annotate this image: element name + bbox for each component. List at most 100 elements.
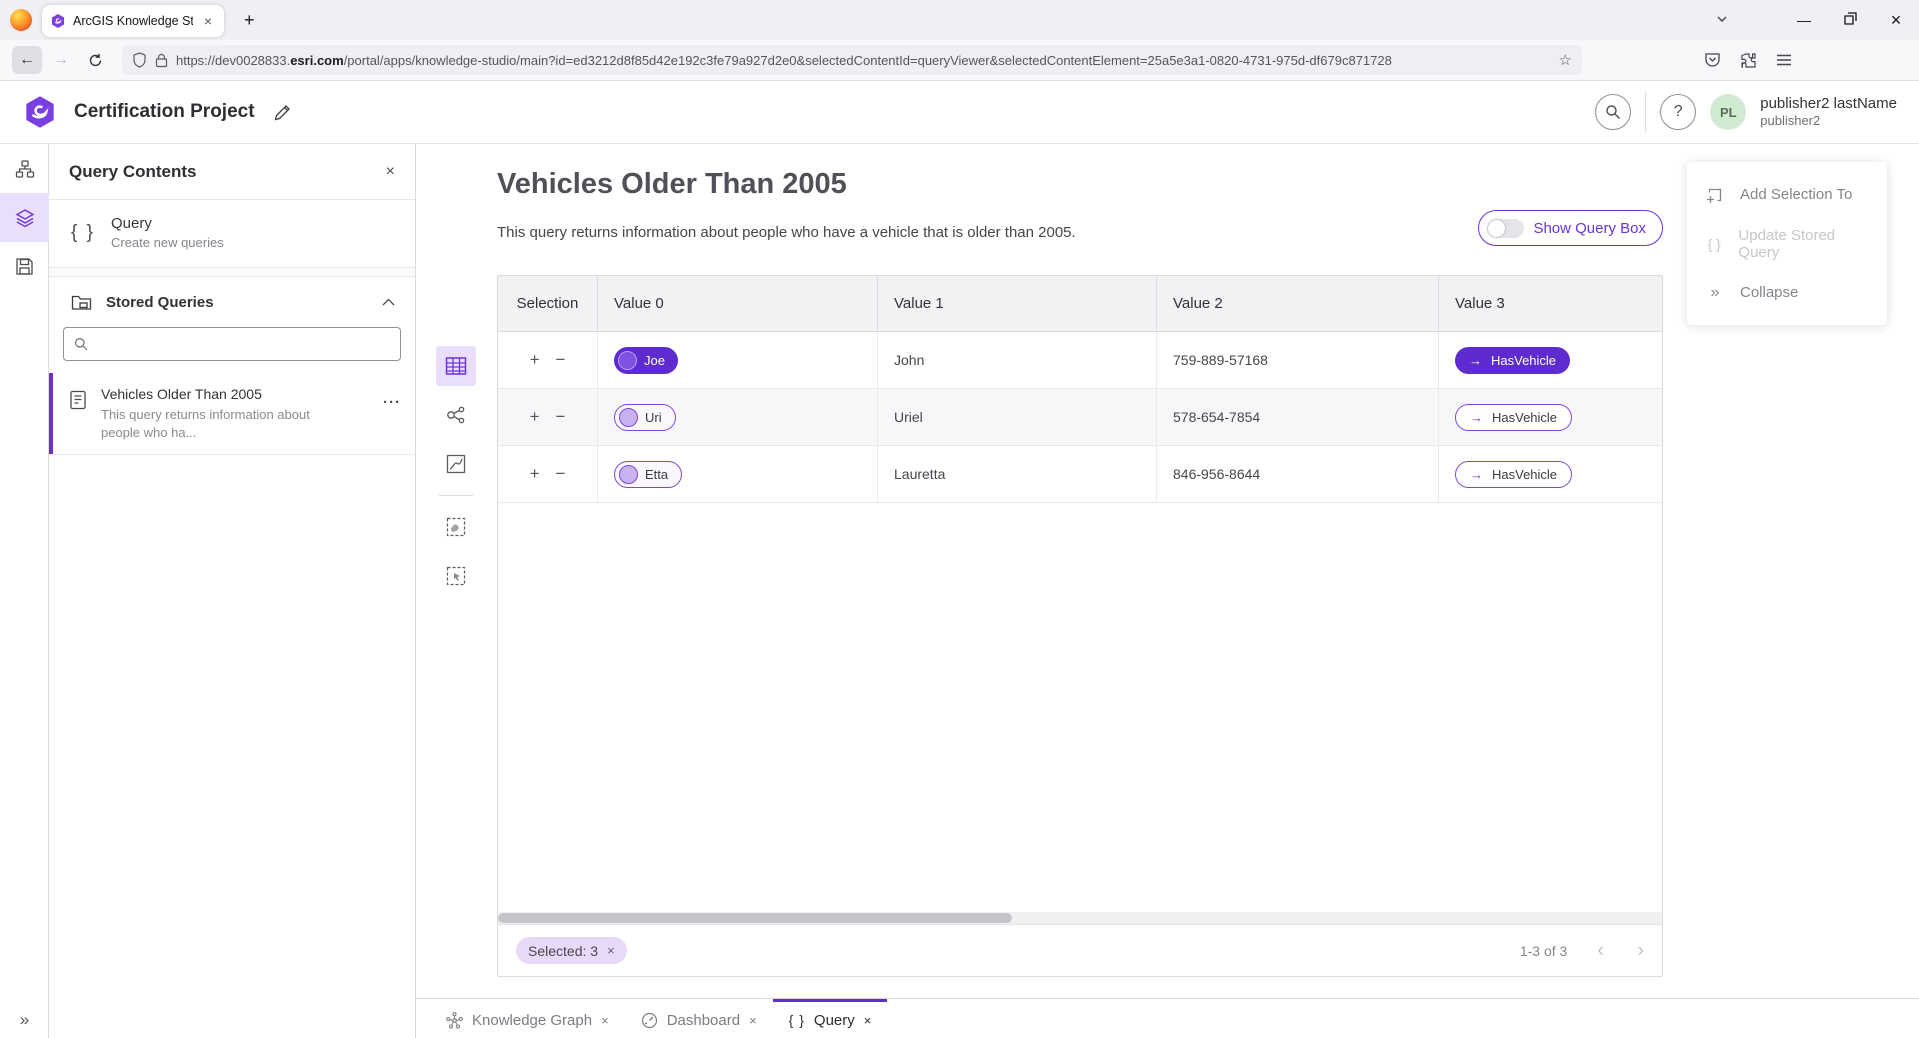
tab-list-chevron-icon[interactable] bbox=[1715, 12, 1729, 26]
cell-value: Lauretta bbox=[894, 466, 945, 482]
dashboard-gauge-icon bbox=[641, 1012, 658, 1029]
previous-page-icon[interactable]: ‹ bbox=[1597, 941, 1603, 960]
entity-pill[interactable]: Uri bbox=[614, 404, 676, 431]
remove-selection-icon[interactable]: − bbox=[556, 407, 566, 427]
tab-close-icon[interactable]: × bbox=[864, 1013, 872, 1028]
add-selection-icon[interactable]: + bbox=[530, 407, 540, 427]
folder-icon bbox=[71, 293, 92, 311]
user-name: publisher2 lastName bbox=[1760, 95, 1897, 114]
search-button[interactable] bbox=[1595, 94, 1631, 130]
firefox-icon[interactable] bbox=[10, 9, 32, 31]
cell-value: 846-956-8644 bbox=[1173, 466, 1260, 482]
remove-selection-icon[interactable]: − bbox=[556, 464, 566, 484]
tab-knowledge-graph[interactable]: Knowledge Graph × bbox=[430, 999, 625, 1038]
column-header[interactable]: Value 3 bbox=[1439, 276, 1662, 331]
column-header[interactable]: Selection bbox=[498, 276, 598, 331]
menu-item-add-selection-to[interactable]: Add Selection To bbox=[1687, 170, 1887, 219]
tab-dashboard[interactable]: Dashboard × bbox=[625, 999, 773, 1038]
collapse-chevron-icon[interactable] bbox=[382, 298, 395, 306]
relationship-pill[interactable]: →HasVehicle bbox=[1455, 347, 1570, 374]
pocket-icon[interactable] bbox=[1696, 46, 1728, 74]
selected-count-chip[interactable]: Selected: 3 × bbox=[516, 937, 627, 964]
menu-item-collapse[interactable]: » Collapse bbox=[1687, 268, 1887, 317]
reload-button[interactable] bbox=[80, 46, 110, 74]
stored-query-title: Vehicles Older Than 2005 bbox=[101, 386, 310, 402]
column-header[interactable]: Value 1 bbox=[878, 276, 1157, 331]
sidebar-item-save[interactable] bbox=[0, 242, 49, 291]
item-options-icon[interactable]: ··· bbox=[383, 394, 401, 411]
help-button[interactable]: ? bbox=[1660, 94, 1696, 130]
app-header: Certification Project ? PL publisher2 la… bbox=[0, 81, 1919, 144]
toolbar-divider bbox=[439, 495, 473, 496]
user-avatar[interactable]: PL bbox=[1710, 94, 1746, 130]
link-chart-button[interactable] bbox=[436, 395, 476, 435]
search-icon bbox=[74, 337, 88, 351]
stored-queries-search[interactable] bbox=[63, 327, 401, 361]
toggle-track[interactable] bbox=[1487, 219, 1524, 238]
lock-icon[interactable] bbox=[155, 53, 168, 68]
clear-selection-icon[interactable]: × bbox=[607, 943, 615, 958]
sidebar-item-layers[interactable] bbox=[0, 193, 49, 242]
url-bar[interactable]: https://dev0028833.esri.com/portal/apps/… bbox=[122, 45, 1582, 75]
table-row[interactable]: +− Uri Uriel 578-654-7854 →HasVehicle bbox=[498, 389, 1662, 446]
stored-query-item[interactable]: Vehicles Older Than 2005 This query retu… bbox=[49, 373, 415, 455]
section-divider bbox=[49, 268, 415, 277]
entity-circle-icon bbox=[619, 408, 638, 427]
table-row[interactable]: +− Joe John 759-889-57168 →HasVehicle bbox=[498, 332, 1662, 389]
chart-view-button[interactable] bbox=[436, 444, 476, 484]
table-row[interactable]: +− Etta Lauretta 846-956-8644 →HasVehicl… bbox=[498, 446, 1662, 503]
add-selection-to-icon bbox=[1705, 186, 1725, 204]
context-menu: Add Selection To { } Update Stored Query… bbox=[1687, 162, 1887, 325]
query-create-item[interactable]: { } Query Create new queries bbox=[49, 200, 415, 268]
remove-selection-icon[interactable]: − bbox=[556, 350, 566, 370]
menu-item-update-stored-query[interactable]: { } Update Stored Query bbox=[1687, 219, 1887, 268]
url-text: https://dev0028833.esri.com/portal/apps/… bbox=[176, 53, 1551, 68]
column-header[interactable]: Value 2 bbox=[1157, 276, 1439, 331]
query-item-title: Query bbox=[111, 215, 224, 232]
column-header[interactable]: Value 0 bbox=[598, 276, 878, 331]
entity-pill[interactable]: Joe bbox=[614, 347, 678, 374]
user-info[interactable]: publisher2 lastName publisher2 bbox=[1760, 95, 1897, 130]
new-tab-button[interactable]: + bbox=[238, 10, 261, 31]
scrollbar-thumb[interactable] bbox=[498, 913, 1012, 923]
panel-close-icon[interactable]: × bbox=[386, 163, 395, 181]
rail-expand-icon[interactable]: » bbox=[0, 1010, 49, 1030]
show-query-box-toggle[interactable]: Show Query Box bbox=[1478, 210, 1663, 246]
window-restore-button[interactable] bbox=[1827, 12, 1873, 28]
horizontal-scrollbar[interactable] bbox=[498, 912, 1662, 924]
search-input[interactable] bbox=[96, 336, 390, 352]
tab-close-icon[interactable]: × bbox=[200, 12, 216, 30]
knowledge-graph-icon bbox=[446, 1012, 463, 1029]
arcgis-favicon bbox=[50, 13, 66, 29]
menu-hamburger-icon[interactable] bbox=[1768, 46, 1800, 74]
window-close-button[interactable]: × bbox=[1873, 10, 1919, 31]
relationship-pill[interactable]: →HasVehicle bbox=[1455, 461, 1572, 488]
tracking-shield-icon[interactable] bbox=[132, 52, 147, 68]
table-header-row: Selection Value 0 Value 1 Value 2 Value … bbox=[498, 276, 1662, 332]
sidebar-item-contents[interactable] bbox=[0, 144, 49, 193]
entity-pill[interactable]: Etta bbox=[614, 461, 682, 488]
entity-circle-icon bbox=[619, 465, 638, 484]
extensions-puzzle-icon[interactable] bbox=[1732, 46, 1764, 74]
table-view-button[interactable] bbox=[436, 346, 476, 386]
panel-title: Query Contents bbox=[69, 162, 386, 182]
forward-button[interactable]: → bbox=[46, 46, 76, 74]
tab-query[interactable]: { } Query × bbox=[773, 999, 888, 1038]
next-page-icon[interactable]: › bbox=[1638, 941, 1644, 960]
tab-close-icon[interactable]: × bbox=[749, 1013, 757, 1028]
page-title: Vehicles Older Than 2005 bbox=[497, 168, 847, 201]
results-table: Selection Value 0 Value 1 Value 2 Value … bbox=[497, 275, 1663, 977]
window-minimize-button[interactable]: — bbox=[1781, 12, 1827, 28]
tab-close-icon[interactable]: × bbox=[601, 1013, 609, 1028]
add-selection-icon[interactable]: + bbox=[530, 350, 540, 370]
add-selection-icon[interactable]: + bbox=[530, 464, 540, 484]
select-box-button[interactable] bbox=[436, 556, 476, 596]
edit-pencil-icon[interactable] bbox=[273, 103, 292, 122]
browser-tab[interactable]: ArcGIS Knowledge Studio × bbox=[42, 5, 224, 37]
map-selection-button[interactable] bbox=[436, 507, 476, 547]
relationship-pill[interactable]: →HasVehicle bbox=[1455, 404, 1572, 431]
table-footer: Selected: 3 × 1-3 of 3 ‹ › bbox=[498, 924, 1662, 976]
bookmark-star-icon[interactable]: ☆ bbox=[1559, 51, 1572, 69]
back-button[interactable]: ← bbox=[12, 46, 42, 74]
arcgis-knowledge-logo bbox=[22, 94, 58, 130]
